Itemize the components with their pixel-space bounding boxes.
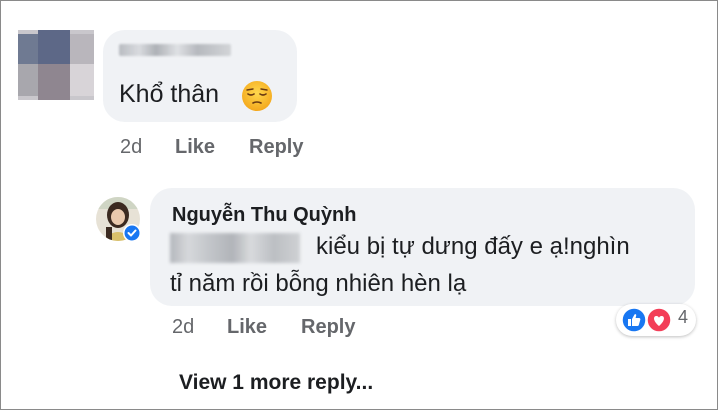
blurred-author-name[interactable] <box>119 44 231 56</box>
reaction-count[interactable]: 4 <box>678 307 688 328</box>
like-button[interactable]: Like <box>175 136 215 159</box>
reply-text-line: kiểu bị tự dưng đấy e ạ!nghìn <box>316 233 630 260</box>
view-more-replies-link[interactable]: View 1 more reply... <box>179 371 373 395</box>
love-reaction-icon <box>646 307 672 333</box>
author-avatar[interactable] <box>96 197 146 247</box>
reply-button[interactable]: Reply <box>301 316 355 339</box>
reply-text-line: tỉ năm rồi bỗng nhiên hèn lạ <box>170 270 467 297</box>
pensive-face-emoji <box>242 81 272 111</box>
comment-timestamp[interactable]: 2d <box>120 136 142 159</box>
like-reaction-icon <box>621 307 647 333</box>
reply-timestamp[interactable]: 2d <box>172 316 194 339</box>
like-button[interactable]: Like <box>227 316 267 339</box>
reply-button[interactable]: Reply <box>249 136 303 159</box>
comment-text: Khổ thân <box>119 80 220 108</box>
blurred-tagged-name[interactable] <box>170 233 300 263</box>
blurred-avatar[interactable] <box>18 30 94 100</box>
author-name[interactable]: Nguyễn Thu Quỳnh <box>172 204 356 227</box>
